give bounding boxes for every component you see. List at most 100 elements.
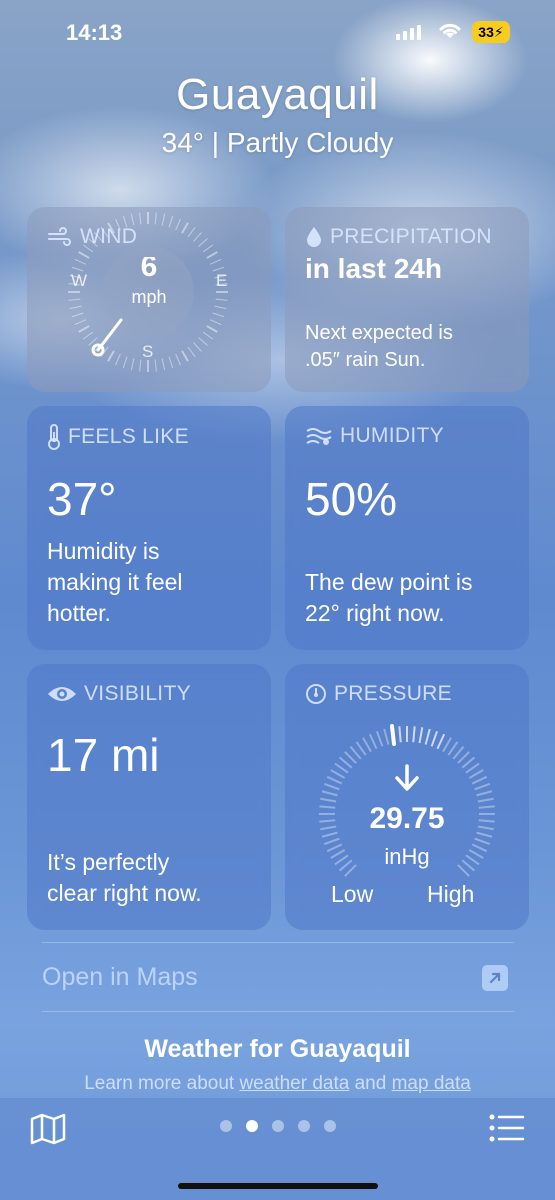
humidity-value: 50% bbox=[305, 473, 398, 525]
humidity-card[interactable]: HUMIDITY 50% The dew point is 22° right … bbox=[285, 406, 529, 650]
status-time: 14:13 bbox=[66, 20, 123, 45]
compass-tick bbox=[71, 312, 84, 318]
feels-like-header: FEELS LIKE bbox=[47, 424, 189, 450]
pressure-tick bbox=[355, 741, 367, 756]
pressure-tick bbox=[412, 726, 416, 743]
page-indicator[interactable] bbox=[220, 1120, 336, 1132]
humidity-header: HUMIDITY bbox=[305, 424, 444, 448]
pressure-tick bbox=[468, 769, 484, 779]
precipitation-headline: in last 24h bbox=[305, 257, 442, 284]
compass-tick bbox=[107, 350, 115, 362]
page-dot[interactable] bbox=[272, 1120, 284, 1132]
battery-level: 33 bbox=[478, 24, 494, 40]
map-icon[interactable] bbox=[30, 1113, 66, 1145]
city-list-icon[interactable] bbox=[489, 1113, 525, 1143]
compass-tick bbox=[202, 244, 214, 253]
wind-speed: 6 bbox=[140, 257, 158, 279]
pressure-tick bbox=[362, 737, 372, 753]
battery-icon: 33 ⚡ bbox=[472, 21, 510, 43]
wind-card[interactable]: WIND W E S 6 mph bbox=[27, 207, 271, 392]
pressure-tick bbox=[430, 730, 439, 747]
pressure-tick bbox=[452, 745, 465, 760]
visibility-description: It’s perfectly clear right now. bbox=[47, 847, 202, 909]
page-dot[interactable] bbox=[220, 1120, 232, 1132]
compass-tick bbox=[100, 226, 109, 238]
external-link-icon[interactable] bbox=[482, 965, 508, 991]
pressure-unit: inHg bbox=[384, 844, 430, 869]
compass-tick bbox=[168, 215, 174, 228]
pressure-tick bbox=[476, 790, 493, 797]
compass-tick bbox=[206, 325, 218, 333]
open-in-maps-row[interactable]: Open in Maps bbox=[42, 942, 514, 1012]
precipitation-title: PRECIPITATION bbox=[330, 225, 492, 248]
compass-tick bbox=[187, 226, 196, 238]
condition-text: Partly Cloudy bbox=[226, 127, 394, 158]
compass-tick bbox=[175, 218, 181, 231]
page-dot[interactable] bbox=[298, 1120, 310, 1132]
compass-tick bbox=[115, 353, 121, 366]
humidity-desc-line2: 22° right now. bbox=[305, 600, 445, 626]
city-name: Guayaquil bbox=[176, 70, 379, 119]
compass-tick bbox=[82, 244, 94, 253]
pressure-tick bbox=[338, 756, 353, 769]
pressure-tick bbox=[474, 782, 491, 791]
humidity-desc-line1: The dew point is bbox=[305, 569, 473, 595]
wifi-icon bbox=[439, 23, 461, 38]
visibility-header: VISIBILITY bbox=[47, 682, 191, 706]
feels-like-desc-line3: hotter. bbox=[47, 600, 111, 626]
compass-tick bbox=[198, 238, 208, 247]
open-in-maps-link[interactable]: Open in Maps bbox=[42, 963, 198, 992]
precipitation-desc-line2: .05″ rain Sun. bbox=[305, 349, 426, 371]
feels-like-desc-line1: Humidity is bbox=[47, 538, 160, 564]
current-conditions: 34° | Partly Cloudy bbox=[0, 127, 555, 159]
humidity-title: HUMIDITY bbox=[340, 424, 444, 447]
compass-tick bbox=[193, 232, 202, 242]
compass-tick bbox=[193, 342, 202, 352]
page-dot[interactable] bbox=[324, 1120, 336, 1132]
compass-tick bbox=[82, 331, 94, 340]
compass-tick bbox=[78, 325, 90, 333]
pressure-tick bbox=[471, 775, 488, 785]
cellular-signal-icon bbox=[396, 24, 421, 40]
compass-tick bbox=[154, 359, 157, 372]
pressure-tick bbox=[330, 769, 346, 779]
precipitation-card[interactable]: PRECIPITATION in last 24h Next expected … bbox=[285, 207, 529, 392]
pressure-value: 29.75 bbox=[369, 802, 445, 835]
footer-title: Weather for Guayaquil bbox=[144, 1035, 411, 1063]
home-indicator[interactable] bbox=[178, 1183, 378, 1189]
feels-like-title: FEELS LIKE bbox=[68, 425, 189, 448]
compass-tick bbox=[175, 353, 181, 366]
feels-like-description: Humidity is making it feel hotter. bbox=[47, 536, 183, 629]
map-data-link[interactable]: map data bbox=[392, 1073, 471, 1094]
pressure-high-label: High bbox=[427, 881, 475, 907]
pressure-tick bbox=[457, 751, 470, 764]
weather-data-link[interactable]: weather data bbox=[239, 1073, 349, 1094]
pressure-tick bbox=[326, 775, 343, 785]
compass-tick bbox=[187, 346, 196, 358]
feels-like-card[interactable]: FEELS LIKE 37° Humidity is making it fee… bbox=[27, 406, 271, 650]
pressure-tick bbox=[368, 733, 378, 750]
compass-tick bbox=[115, 218, 121, 231]
pressure-tick bbox=[418, 727, 424, 744]
pressure-tick bbox=[447, 741, 459, 756]
compass-tick bbox=[181, 350, 189, 362]
pressure-tick bbox=[323, 782, 340, 791]
compass-tick bbox=[154, 212, 157, 225]
pressure-tick bbox=[424, 728, 431, 745]
compass-tick bbox=[130, 358, 135, 371]
compass-tick bbox=[198, 337, 208, 346]
pressure-card[interactable]: PRESSURE 29.75 inHg Low High bbox=[285, 664, 529, 930]
pressure-tick bbox=[465, 762, 480, 774]
pressure-tick bbox=[334, 762, 349, 774]
feels-like-desc-line2: making it feel bbox=[47, 569, 183, 595]
compass-tick bbox=[139, 359, 142, 372]
compass-tick bbox=[139, 212, 142, 225]
pressure-tick bbox=[461, 756, 476, 769]
page-dot[interactable] bbox=[246, 1120, 258, 1132]
compass-tick bbox=[181, 222, 189, 234]
visibility-title: VISIBILITY bbox=[84, 682, 191, 705]
visibility-desc-line1: It’s perfectly bbox=[47, 849, 170, 875]
visibility-card[interactable]: VISIBILITY 17 mi It’s perfectly clear ri… bbox=[27, 664, 271, 930]
current-temp: 34° bbox=[161, 127, 204, 158]
compass-tick bbox=[88, 238, 98, 247]
